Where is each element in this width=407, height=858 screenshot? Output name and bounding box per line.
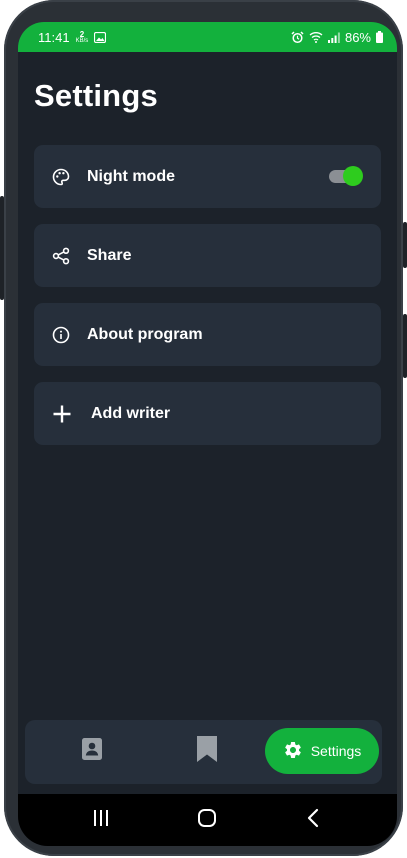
app-screen: 11:41 2 KB/s 86% Settings Night mode Sha…	[18, 22, 397, 846]
info-icon	[51, 325, 71, 345]
add-writer-label: Add writer	[91, 404, 171, 422]
status-bar: 11:41 2 KB/s 86%	[18, 22, 397, 52]
network-speed: 2 KB/s	[75, 29, 89, 44]
phone-side-button-right-top	[403, 222, 407, 268]
share-row[interactable]: Share	[34, 224, 381, 287]
bookmark-icon	[197, 735, 217, 767]
gear-icon	[283, 740, 303, 763]
page-title: Settings	[34, 78, 158, 113]
battery-icon	[376, 31, 383, 43]
home-icon	[197, 808, 217, 833]
plus-icon	[51, 403, 73, 425]
share-icon	[51, 246, 71, 266]
about-program-row[interactable]: About program	[34, 303, 381, 366]
night-mode-toggle[interactable]	[329, 166, 363, 186]
recent-apps-button[interactable]	[86, 807, 116, 833]
signal-icon	[327, 32, 340, 43]
palette-icon	[51, 167, 71, 187]
bottom-navigation: Settings	[25, 720, 382, 784]
nav-settings[interactable]: Settings	[265, 728, 379, 774]
nav-contacts[interactable]	[67, 728, 117, 774]
home-button[interactable]	[192, 807, 222, 833]
network-speed-unit: KB/s	[75, 37, 89, 44]
system-navigation-bar	[18, 794, 397, 846]
phone-side-button-left	[0, 196, 4, 300]
network-speed-value: 2	[79, 29, 85, 39]
gallery-notification-icon	[94, 31, 107, 43]
night-mode-row[interactable]: Night mode	[34, 145, 381, 208]
phone-frame: 11:41 2 KB/s 86% Settings Night mode Sha…	[0, 0, 407, 856]
night-mode-label: Night mode	[87, 167, 175, 185]
status-time: 11:41	[38, 29, 70, 45]
phone-side-button-right-bottom	[403, 314, 407, 378]
back-icon	[306, 808, 320, 833]
add-writer-row[interactable]: Add writer	[34, 382, 381, 445]
recent-apps-icon	[92, 809, 110, 832]
nav-settings-label: Settings	[310, 743, 362, 759]
contact-card-icon	[82, 737, 102, 765]
nav-bookmarks[interactable]	[182, 728, 232, 774]
about-program-label: About program	[87, 325, 203, 343]
share-label: Share	[87, 246, 132, 264]
back-button[interactable]	[298, 807, 328, 833]
toggle-thumb	[343, 166, 363, 186]
battery-percent: 86%	[344, 29, 371, 45]
alarm-icon	[291, 30, 304, 43]
wifi-icon	[309, 32, 323, 43]
